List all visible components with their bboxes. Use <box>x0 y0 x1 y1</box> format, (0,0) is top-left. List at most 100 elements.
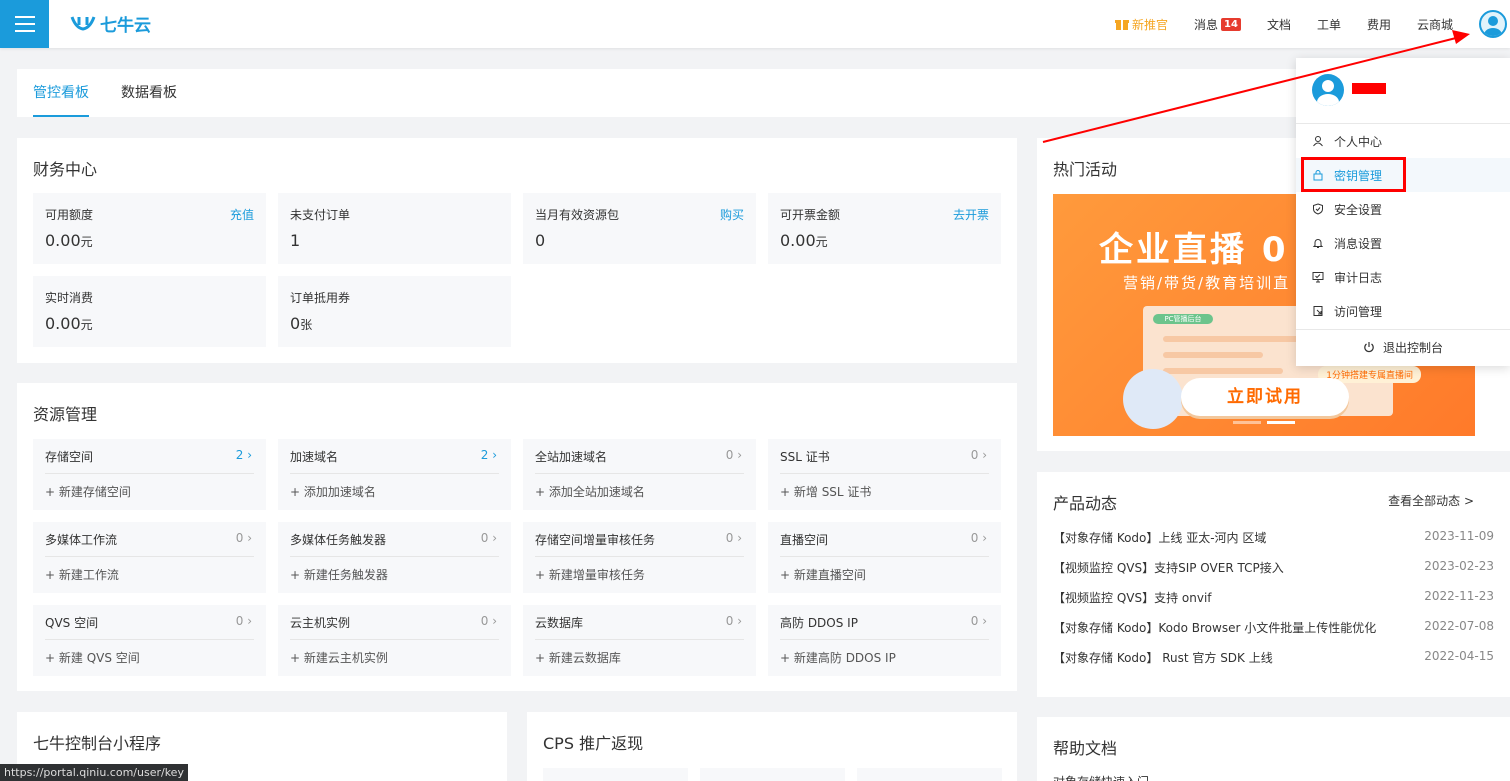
help-title: 帮助文档 <box>1053 739 1118 758</box>
resource-tile[interactable]: 存储空间增量审核任务 0 › + 新建增量审核任务 <box>523 522 756 593</box>
resource-tile[interactable]: 云主机实例 0 › + 新建云主机实例 <box>278 605 511 676</box>
nav-marketplace[interactable]: 云商城 <box>1417 16 1453 33</box>
try-now-button[interactable]: 立即试用 <box>1181 378 1349 416</box>
nav-new-user[interactable]: 新推官 <box>1114 16 1168 33</box>
plus-icon: + <box>45 568 59 582</box>
resource-tile[interactable]: 多媒体工作流 0 › + 新建工作流 <box>33 522 266 593</box>
tab-control-board[interactable]: 管控看板 <box>17 69 105 117</box>
resource-count[interactable]: 0 › <box>971 448 987 462</box>
plus-icon: + <box>45 485 59 499</box>
plus-icon: + <box>535 485 549 499</box>
resource-count[interactable]: 0 › <box>481 614 497 628</box>
messages-count-badge: 14 <box>1221 17 1241 31</box>
banner-dot[interactable] <box>1233 421 1261 424</box>
qiniu-logo[interactable]: 七牛云 <box>70 11 151 36</box>
finance-tile: 可用额度 充值 0.00元 <box>33 193 266 264</box>
resource-add-link[interactable]: + 新建存储空间 <box>45 483 131 500</box>
tile-label: 未支付订单 <box>290 208 351 222</box>
resource-count[interactable]: 0 › <box>481 531 497 545</box>
divider <box>780 639 989 640</box>
tile-value: 0.00元 <box>45 231 93 250</box>
resource-add-link[interactable]: + 新增 SSL 证书 <box>780 483 871 500</box>
resource-tile[interactable]: 存储空间 2 › + 新建存储空间 <box>33 439 266 510</box>
resource-add-link[interactable]: + 新建工作流 <box>45 566 119 583</box>
dropdown-item[interactable]: 访问管理 <box>1296 294 1510 328</box>
resource-count[interactable]: 2 › <box>481 448 497 462</box>
nav-docs[interactable]: 文档 <box>1267 16 1291 33</box>
resource-count[interactable]: 0 › <box>726 531 742 545</box>
nav-messages[interactable]: 消息 14 <box>1194 16 1241 33</box>
highlight-box-key-management <box>1301 157 1406 192</box>
resource-tile[interactable]: 云数据库 0 › + 新建云数据库 <box>523 605 756 676</box>
help-docs-card: 帮助文档 对象存储快速入门 <box>1037 717 1510 781</box>
plus-icon: + <box>535 651 549 665</box>
resource-tile[interactable]: 直播空间 0 › + 新建直播空间 <box>768 522 1001 593</box>
cps-tile <box>700 768 845 781</box>
resource-add-link[interactable]: + 添加加速域名 <box>290 483 376 500</box>
plus-icon: + <box>290 568 304 582</box>
logout-button[interactable]: 退出控制台 <box>1296 330 1510 364</box>
news-item[interactable]: 【视频监控 QVS】支持SIP OVER TCP接入 2023-02-23 <box>1053 559 1494 576</box>
resource-add-link[interactable]: + 新建任务触发器 <box>290 566 388 583</box>
resource-add-link[interactable]: + 新建直播空间 <box>780 566 866 583</box>
dropdown-item[interactable]: 审计日志 <box>1296 260 1510 294</box>
chevron-right-icon: › <box>492 448 497 462</box>
news-text: 【视频监控 QVS】支持SIP OVER TCP接入 <box>1053 561 1284 575</box>
resource-tile[interactable]: 全站加速域名 0 › + 添加全站加速域名 <box>523 439 756 510</box>
resource-count[interactable]: 0 › <box>236 531 252 545</box>
invoice-link[interactable]: 去开票 <box>953 206 989 223</box>
product-news-card: 产品动态 查看全部动态 > 【对象存储 Kodo】上线 亚太-河内 区域 2023… <box>1037 472 1510 697</box>
monitor-icon <box>1312 272 1324 283</box>
help-doc-link[interactable]: 对象存储快速入门 <box>1053 773 1149 781</box>
resource-count[interactable]: 0 › <box>971 614 987 628</box>
chevron-right-icon: › <box>982 448 987 462</box>
news-item[interactable]: 【对象存储 Kodo】Kodo Browser 小文件批量上传性能优化 2022-… <box>1053 619 1494 636</box>
dropdown-item[interactable]: 消息设置 <box>1296 226 1510 260</box>
chevron-right-icon: › <box>737 531 742 545</box>
cps-tile <box>857 768 1002 781</box>
logout-label: 退出控制台 <box>1382 340 1443 355</box>
divider <box>290 556 499 557</box>
resource-add-link[interactable]: + 新建云数据库 <box>535 649 621 666</box>
recharge-link[interactable]: 充值 <box>230 206 254 223</box>
resource-count[interactable]: 0 › <box>726 448 742 462</box>
resource-add-link[interactable]: + 新建 QVS 空间 <box>45 649 140 666</box>
resource-tile[interactable]: QVS 空间 0 › + 新建 QVS 空间 <box>33 605 266 676</box>
resource-tile[interactable]: 高防 DDOS IP 0 › + 新建高防 DDOS IP <box>768 605 1001 676</box>
news-date: 2022-04-15 <box>1424 649 1494 663</box>
nav-billing[interactable]: 费用 <box>1367 16 1391 33</box>
resource-count[interactable]: 0 › <box>726 614 742 628</box>
news-text: 【对象存储 Kodo】Kodo Browser 小文件批量上传性能优化 <box>1053 621 1377 635</box>
resource-tile[interactable]: 加速域名 2 › + 添加加速域名 <box>278 439 511 510</box>
dropdown-item[interactable]: 个人中心 <box>1296 124 1510 158</box>
resource-tile[interactable]: 多媒体任务触发器 0 › + 新建任务触发器 <box>278 522 511 593</box>
resource-add-link[interactable]: + 新建高防 DDOS IP <box>780 649 896 666</box>
chevron-right-icon: › <box>737 614 742 628</box>
dropdown-item[interactable]: 安全设置 <box>1296 192 1510 226</box>
finance-tile[interactable]: 订单抵用券 0张 <box>278 276 511 347</box>
resource-add-link[interactable]: + 新建云主机实例 <box>290 649 388 666</box>
resource-count[interactable]: 0 › <box>236 614 252 628</box>
banner-dot-active[interactable] <box>1267 421 1295 424</box>
hamburger-menu-button[interactable] <box>0 0 49 48</box>
resource-count[interactable]: 0 › <box>971 531 987 545</box>
nav-tickets[interactable]: 工单 <box>1317 16 1341 33</box>
news-item[interactable]: 【对象存储 Kodo】 Rust 官方 SDK 上线 2022-04-15 <box>1053 649 1494 666</box>
resource-add-link[interactable]: + 添加全站加速域名 <box>535 483 645 500</box>
buy-link[interactable]: 购买 <box>720 206 744 223</box>
resource-count[interactable]: 2 › <box>236 448 252 462</box>
finance-tile[interactable]: 未支付订单 1 <box>278 193 511 264</box>
news-item[interactable]: 【对象存储 Kodo】上线 亚太-河内 区域 2023-11-09 <box>1053 529 1494 546</box>
banner-row <box>1163 352 1263 358</box>
gift-icon <box>1114 20 1129 30</box>
user-avatar-button[interactable] <box>1479 10 1507 38</box>
resource-add-link[interactable]: + 新建增量审核任务 <box>535 566 645 583</box>
view-all-news-link[interactable]: 查看全部动态 > <box>1388 492 1474 509</box>
news-item[interactable]: 【视频监控 QVS】支持 onvif 2022-11-23 <box>1053 589 1494 606</box>
plus-icon: + <box>290 485 304 499</box>
resource-tile[interactable]: SSL 证书 0 › + 新增 SSL 证书 <box>768 439 1001 510</box>
banner-subtitle: 营销/带货/教育培训直 <box>1123 274 1291 292</box>
banner-pagination <box>1233 421 1295 424</box>
chevron-right-icon: › <box>247 614 252 628</box>
tab-data-board[interactable]: 数据看板 <box>121 69 177 117</box>
